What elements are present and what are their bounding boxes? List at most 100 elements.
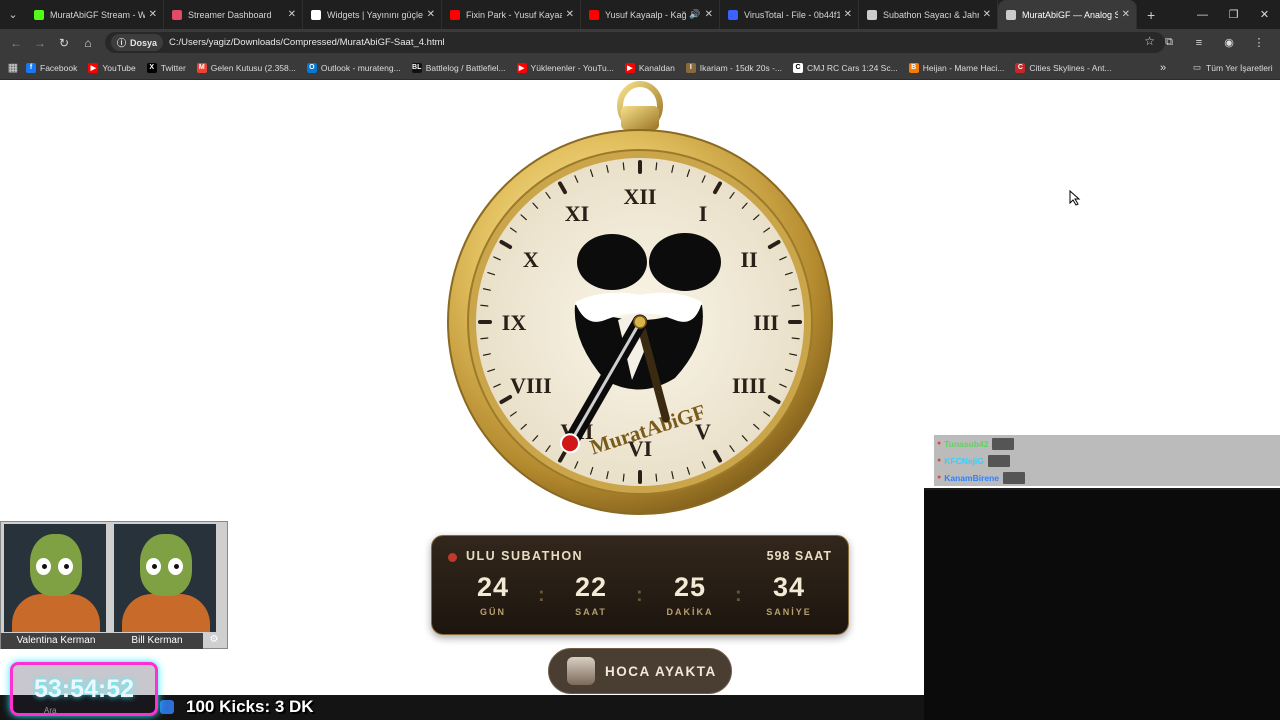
dashboard-icon <box>172 9 182 20</box>
bookmarks-bar: ▦ f Facebook ▶ YouTube X Twitter M Gelen Kutusu… <box>0 56 1280 80</box>
counter-label: GÜN <box>480 607 506 617</box>
chat-badge-icon: ● <box>937 474 942 481</box>
extensions-icon[interactable]: ⧉ <box>1154 36 1184 49</box>
bookmark-item[interactable]: BL Battlelog / Battlefiel... <box>411 62 506 73</box>
kerbal-eye <box>58 558 73 575</box>
bookmark-label: Heijan - Mame Haci... <box>922 62 1005 73</box>
bookmark-item[interactable]: B Heijan - Mame Haci... <box>908 62 1005 73</box>
webcam-panel: Valentina Kerman Bill Kerman ⚙ <box>0 521 228 649</box>
apps-icon[interactable]: ▦ <box>0 61 26 74</box>
minute-tick <box>655 162 658 171</box>
minimize-icon[interactable]: — <box>1187 9 1218 21</box>
bookmark-item[interactable]: ▶ Kanaldan <box>624 62 675 73</box>
forward-icon[interactable]: → <box>28 36 52 50</box>
file-chip[interactable]: ⓘ Dosya <box>111 34 164 51</box>
hoca-avatar <box>567 657 595 685</box>
bookmark-favicon-icon: C <box>1015 62 1026 73</box>
browser-tab[interactable]: Widgets | Yayınını güçlen ✕ <box>303 0 442 29</box>
counter-label: SANİYE <box>766 607 812 617</box>
globe-icon <box>1006 9 1016 20</box>
browser-tab[interactable]: MuratAbiGF Stream - Wat ✕ <box>26 0 164 29</box>
tab-close-icon[interactable]: ✕ <box>983 9 991 20</box>
media-control-icon[interactable]: ≡ <box>1184 37 1214 49</box>
tab-close-icon[interactable]: ✕ <box>149 9 157 20</box>
tab-close-icon[interactable]: ✕ <box>566 9 574 20</box>
tab-search-icon[interactable]: ⌄ <box>0 0 26 29</box>
counter-separator: : <box>735 584 742 606</box>
new-tab-button[interactable]: + <box>1147 7 1155 23</box>
bookmark-favicon-icon: O <box>306 62 317 73</box>
tab-close-icon[interactable]: ✕ <box>288 9 296 20</box>
counter-value: 34 <box>772 572 806 602</box>
all-bookmarks-folder[interactable]: ▭ Tüm Yer İşaretleri <box>1193 62 1273 73</box>
close-window-icon[interactable]: ✕ <box>1249 8 1280 21</box>
kerbal-eye <box>146 558 161 575</box>
restore-icon[interactable]: ❐ <box>1218 8 1249 21</box>
bookmark-item[interactable]: C Cities Skylines - Ant... <box>1015 62 1112 73</box>
bookmark-item[interactable]: M Gelen Kutusu (2.358... <box>196 62 296 73</box>
info-icon: ⓘ <box>117 38 127 48</box>
profile-avatar[interactable]: ◉ <box>1214 36 1244 49</box>
tab-close-icon[interactable]: ✕ <box>705 9 713 20</box>
watch-bow <box>617 81 663 131</box>
kerbal-eye <box>168 558 183 575</box>
reload-icon[interactable]: ↻ <box>52 36 76 50</box>
home-icon[interactable]: ⌂ <box>76 36 100 50</box>
tab-close-icon[interactable]: ✕ <box>1122 9 1130 20</box>
clock-numeral: XI <box>565 201 589 226</box>
bookmark-item[interactable]: ▶ Yüklenenler - YouTu... <box>516 62 614 73</box>
browser-tab[interactable]: Subathon Sayacı & Jahre ✕ <box>859 0 998 29</box>
browser-tab[interactable]: MuratAbiGF — Analog Sa ✕ <box>998 0 1137 29</box>
address-bar[interactable]: ⓘ Dosya C:/Users/yagiz/Downloads/Compres… <box>105 32 1165 53</box>
bookmark-item[interactable]: C CMJ RC Cars 1:24 Sc... <box>793 62 898 73</box>
counter-label: SAAT <box>575 607 607 617</box>
menu-icon[interactable]: ⋮ <box>1244 36 1274 49</box>
bookmark-favicon-icon: X <box>146 62 157 73</box>
bookmark-item[interactable]: ▶ YouTube <box>88 62 136 73</box>
bookmark-label: Outlook - murateng... <box>320 62 401 73</box>
subathon-panel: ULU SUBATHON 598 SAAT 24 GÜN : 22 SAAT :… <box>431 535 849 635</box>
bookmark-item[interactable]: X Twitter <box>146 62 186 73</box>
file-chip-label: Dosya <box>130 37 158 48</box>
counter-label: DAKİKA <box>666 607 714 617</box>
browser-tab[interactable]: Fixin Park - Yusuf Kayaalp ✕ <box>442 0 581 29</box>
tab-label: Subathon Sayacı & Jahre <box>883 9 979 20</box>
youtube-icon <box>589 9 599 20</box>
chat-username: KanamBirene <box>944 472 1000 483</box>
counter-value: 25 <box>673 572 707 602</box>
tab-label: MuratAbiGF — Analog Sa <box>1022 9 1118 20</box>
url-text[interactable]: C:/Users/yagiz/Downloads/Compressed/Mura… <box>169 37 445 48</box>
kicks-goal-text: 100 Kicks: 3 DK <box>186 697 314 716</box>
audio-playing-icon[interactable]: 🔊 <box>689 9 700 20</box>
chat-message: ● KanamBirene <box>934 469 1280 486</box>
bookmark-item[interactable]: I Ikariam - 15dk 20s -... <box>685 62 782 73</box>
live-dot-icon <box>448 553 457 562</box>
counter-hours: 22 SAAT <box>556 572 626 617</box>
globe-icon <box>867 9 877 20</box>
back-icon[interactable]: ← <box>4 36 28 50</box>
bookmark-label: Ikariam - 15dk 20s -... <box>699 62 782 73</box>
minute-tick <box>791 337 800 340</box>
subathon-total-hours: 598 SAAT <box>766 549 832 563</box>
kerbal-suit <box>122 594 210 632</box>
hoca-status-button[interactable]: HOCA AYAKTA <box>548 648 732 694</box>
chat-message: ● KFCNejiG <box>934 452 1280 469</box>
clock-numeral: VIII <box>510 373 552 398</box>
camera-settings-icon[interactable]: ⚙ <box>205 634 223 648</box>
counter-value: 24 <box>476 572 510 602</box>
more-bookmarks-icon[interactable]: » <box>1160 62 1166 74</box>
browser-tab[interactable]: Yusuf Kayaalp - Kağıt 🔊 ✕ <box>581 0 720 29</box>
tab-close-icon[interactable]: ✕ <box>844 9 852 20</box>
browser-tab[interactable]: VirusTotal - File - 0b44f1 ✕ <box>720 0 859 29</box>
bookmark-item[interactable]: f Facebook <box>26 62 77 73</box>
bookmark-item[interactable]: O Outlook - murateng... <box>306 62 401 73</box>
cam-name-bill: Bill Kerman <box>111 633 203 649</box>
hoca-status-label: HOCA AYAKTA <box>605 663 717 679</box>
taskbar-app-icon[interactable] <box>160 700 174 714</box>
bookmark-favicon-icon: ▶ <box>88 62 99 73</box>
tab-close-icon[interactable]: ✕ <box>427 9 435 20</box>
widgets-icon <box>311 9 321 20</box>
browser-tab[interactable]: Streamer Dashboard ✕ <box>164 0 303 29</box>
minute-tick <box>791 304 800 307</box>
bookmark-label: Gelen Kutusu (2.358... <box>210 62 296 73</box>
